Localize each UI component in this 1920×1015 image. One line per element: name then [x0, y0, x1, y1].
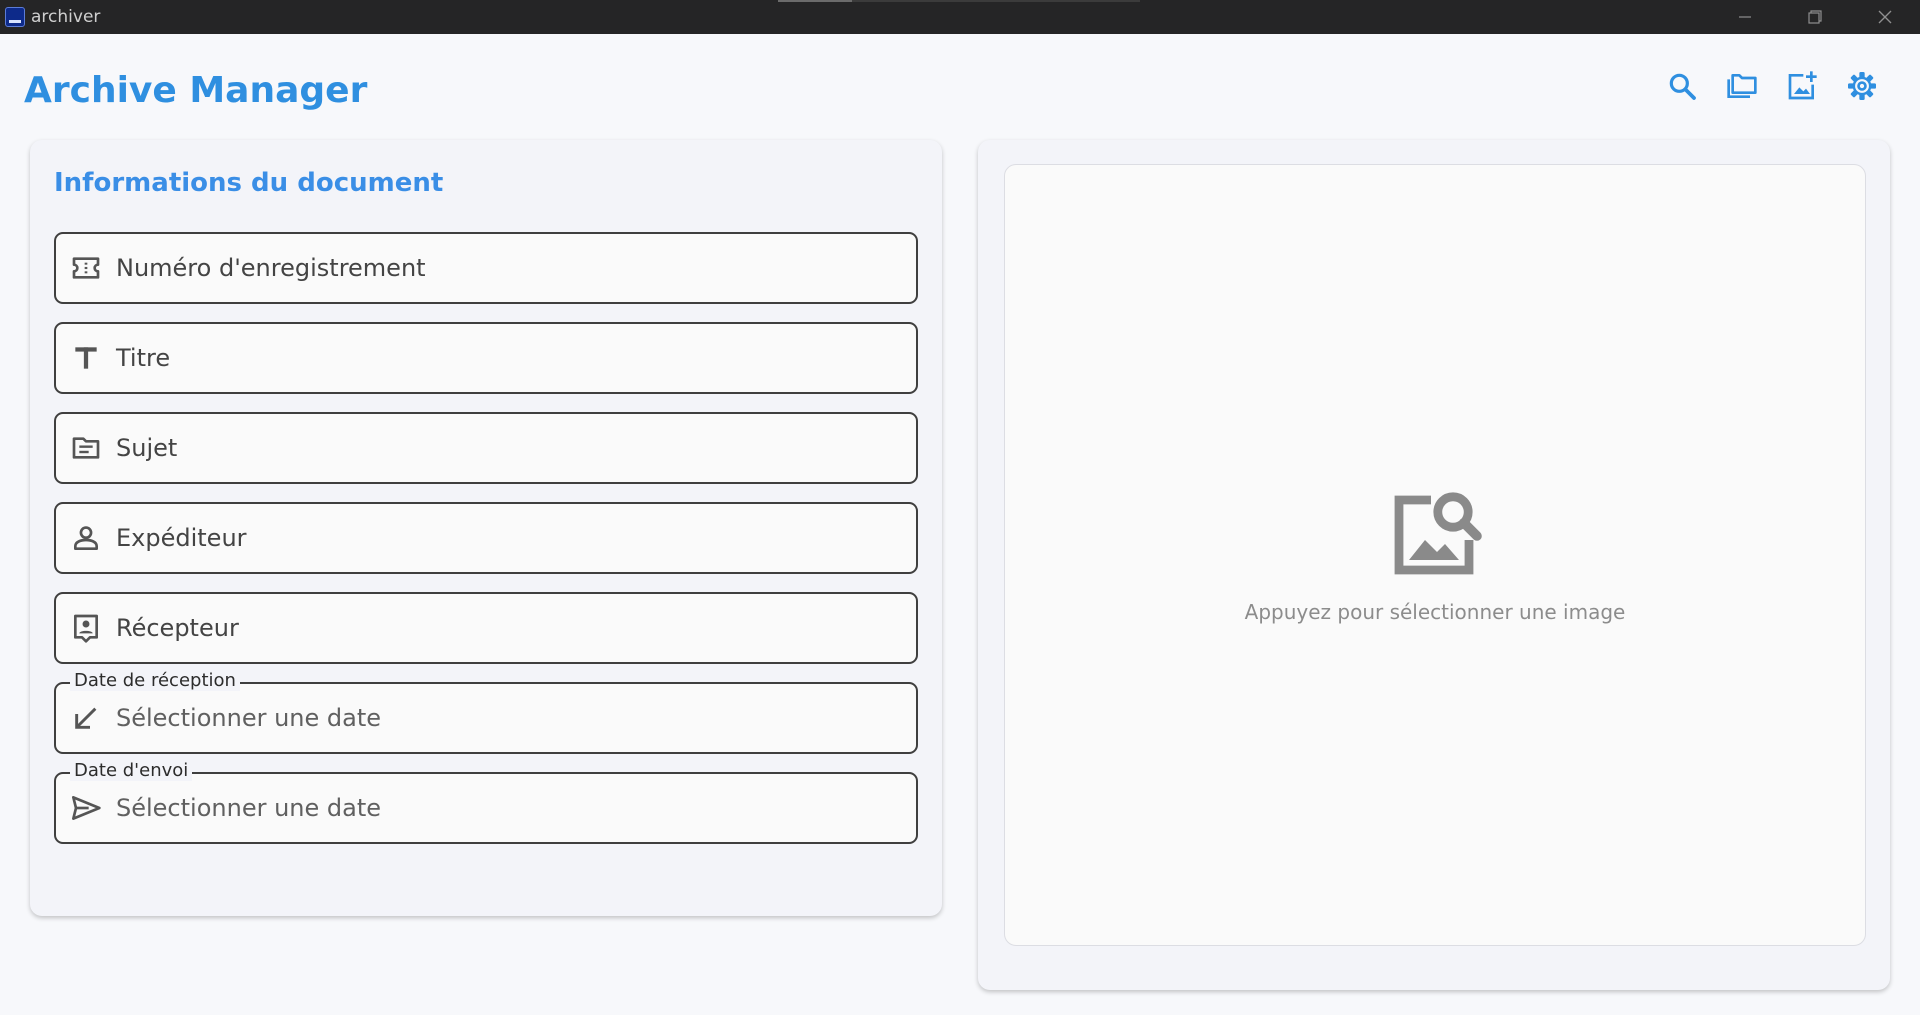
image-picker-prompt: Appuyez pour sélectionner une image — [1244, 600, 1626, 624]
add-photo-icon — [1788, 71, 1817, 100]
title-field[interactable]: Titre — [54, 322, 918, 394]
send-icon — [68, 790, 104, 826]
minimize-icon — [1739, 16, 1751, 18]
subject-folder-icon — [68, 430, 104, 466]
field-label: Sujet — [116, 434, 178, 462]
ticket-icon — [68, 250, 104, 286]
window-titlebar: archiver — [0, 0, 1920, 34]
field-label: Expéditeur — [116, 524, 247, 552]
folders-icon — [1727, 74, 1757, 98]
restore-button[interactable] — [1780, 0, 1850, 34]
text-title-icon — [68, 340, 104, 376]
field-legend: Date d'envoi — [70, 760, 193, 781]
add-photo-button[interactable] — [1784, 68, 1820, 104]
sender-field[interactable]: Expéditeur — [54, 502, 918, 574]
settings-icon — [1848, 72, 1876, 100]
close-icon — [1878, 10, 1892, 24]
receiver-field[interactable]: Récepteur — [54, 592, 918, 664]
restore-icon — [1808, 10, 1822, 24]
window-title: archiver — [31, 7, 101, 27]
app-icon — [5, 7, 25, 27]
minimize-button[interactable] — [1710, 0, 1780, 34]
search-button[interactable] — [1664, 68, 1700, 104]
card-title: Informations du document — [54, 168, 444, 198]
image-search-icon — [1394, 492, 1482, 575]
header-toolbar — [1664, 68, 1880, 104]
subject-field[interactable]: Sujet — [54, 412, 918, 484]
app-header: Archive Manager — [0, 34, 1920, 134]
search-icon — [1669, 73, 1696, 100]
image-picker-area[interactable]: Appuyez pour sélectionner une image — [1004, 164, 1866, 946]
field-legend: Date de réception — [70, 670, 240, 691]
close-button[interactable] — [1850, 0, 1920, 34]
arrow-down-left-icon — [68, 700, 104, 736]
page-title: Archive Manager — [24, 70, 368, 111]
window-controls — [1710, 0, 1920, 34]
field-label: Récepteur — [116, 614, 239, 642]
image-card: Appuyez pour sélectionner une image — [978, 140, 1890, 990]
field-label: Numéro d'enregistrement — [116, 254, 426, 282]
folders-button[interactable] — [1724, 68, 1760, 104]
date-placeholder: Sélectionner une date — [116, 704, 382, 732]
person-icon — [68, 520, 104, 556]
field-label: Titre — [116, 344, 171, 372]
registration-number-field[interactable]: Numéro d'enregistrement — [54, 232, 918, 304]
titlebar-tab-strip — [778, 0, 1140, 2]
settings-button[interactable] — [1844, 68, 1880, 104]
reception-date-field[interactable]: Date de réception Sélectionner une date — [54, 670, 918, 754]
contact-badge-icon — [68, 610, 104, 646]
date-placeholder: Sélectionner une date — [116, 794, 382, 822]
document-info-card: Informations du document Numéro d'enregi… — [30, 140, 942, 916]
send-date-field[interactable]: Date d'envoi Sélectionner une date — [54, 760, 918, 844]
